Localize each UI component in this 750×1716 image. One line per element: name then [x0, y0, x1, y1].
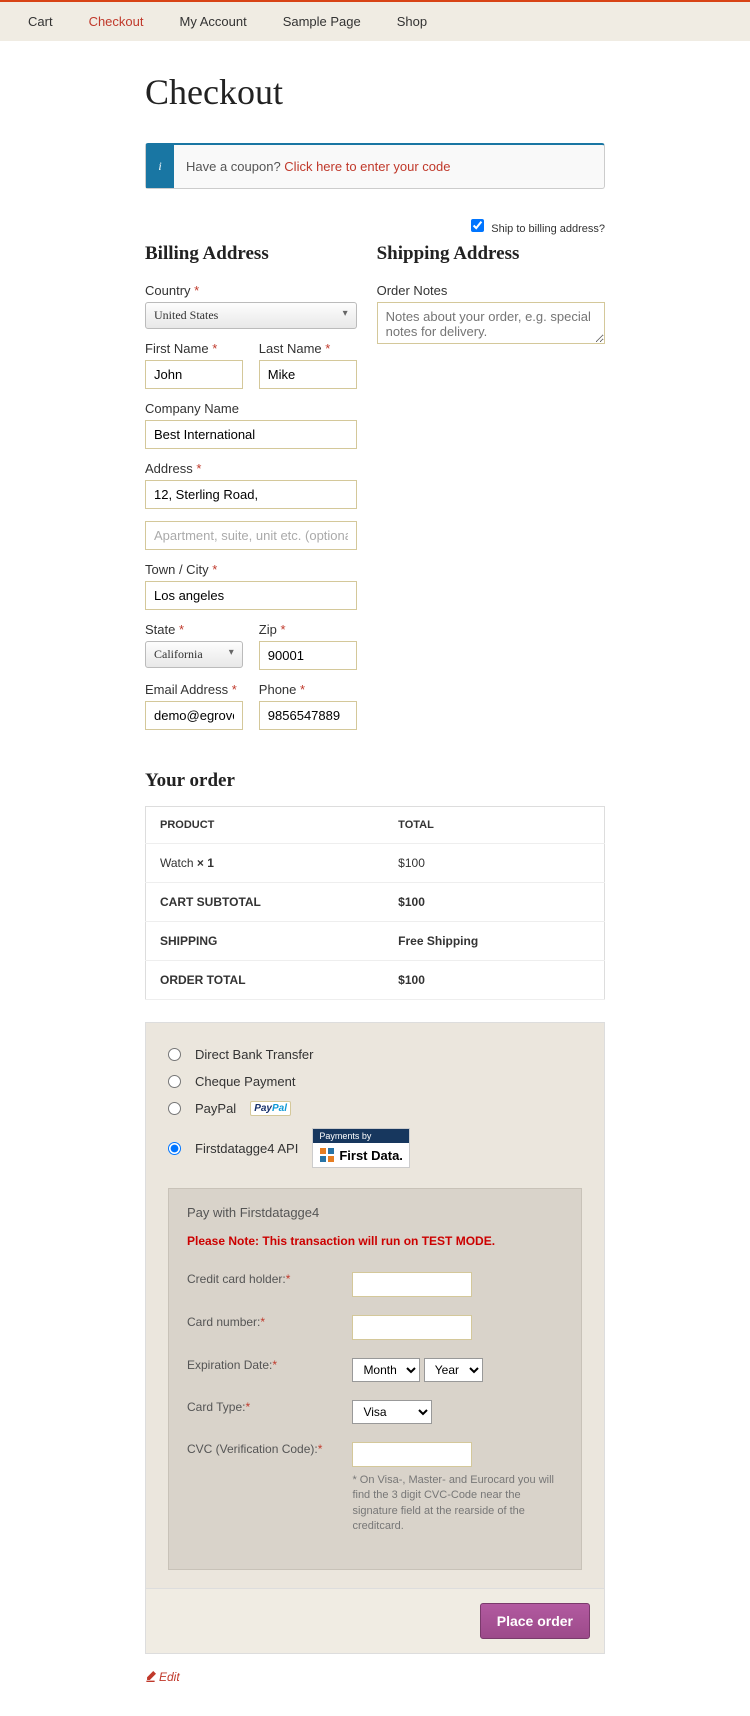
- pay-cheque-label: Cheque Payment: [195, 1074, 295, 1089]
- address-label: Address *: [145, 461, 357, 476]
- first-name-label: First Name *: [145, 341, 243, 356]
- last-name-label: Last Name *: [259, 341, 357, 356]
- th-product: Product: [146, 807, 385, 844]
- pay-cheque-radio[interactable]: [168, 1075, 181, 1088]
- exp-date-label: Expiration Date:*: [187, 1358, 352, 1372]
- email-label: Email Address *: [145, 682, 243, 697]
- card-type-select[interactable]: Visa: [352, 1400, 432, 1424]
- state-label: State *: [145, 622, 243, 637]
- exp-month-select[interactable]: Month: [352, 1358, 420, 1382]
- shipping-heading: Shipping Address: [377, 243, 605, 265]
- card-details-panel: Pay with Firstdatagge4 Please Note: This…: [168, 1188, 582, 1570]
- state-select[interactable]: California: [145, 641, 243, 668]
- table-row: ShippingFree Shipping: [146, 922, 605, 961]
- order-notes-label: Order Notes: [377, 283, 605, 298]
- test-mode-warning: Please Note: This transaction will run o…: [187, 1234, 563, 1248]
- card-number-label: Card number:*: [187, 1315, 352, 1329]
- nav-checkout[interactable]: Checkout: [71, 2, 162, 41]
- pencil-icon: [145, 1671, 156, 1682]
- paypal-icon: PayPal: [250, 1101, 291, 1116]
- nav-sample-page[interactable]: Sample Page: [265, 2, 379, 41]
- ship-to-billing-label: Ship to billing address?: [491, 223, 605, 235]
- pay-firstdata-label: Firstdatagge4 API: [195, 1141, 298, 1156]
- billing-heading: Billing Address: [145, 243, 357, 265]
- card-number-input[interactable]: [352, 1315, 472, 1340]
- top-nav: Cart Checkout My Account Sample Page Sho…: [0, 0, 750, 41]
- order-notes-input[interactable]: [377, 302, 605, 344]
- city-input[interactable]: [145, 581, 357, 610]
- table-row: Cart Subtotal$100: [146, 883, 605, 922]
- first-name-input[interactable]: [145, 360, 243, 389]
- order-table: ProductTotal Watch × 1$100 Cart Subtotal…: [145, 806, 605, 1000]
- card-type-label: Card Type:*: [187, 1400, 352, 1414]
- country-label: Country *: [145, 283, 357, 298]
- cvc-label: CVC (Verification Code):*: [187, 1442, 352, 1456]
- table-row: Watch × 1$100: [146, 844, 605, 883]
- pay-paypal-label: PayPal: [195, 1101, 236, 1116]
- address1-input[interactable]: [145, 480, 357, 509]
- nav-cart[interactable]: Cart: [10, 2, 71, 41]
- place-order-button[interactable]: Place order: [480, 1603, 590, 1639]
- company-input[interactable]: [145, 420, 357, 449]
- pay-bank-radio[interactable]: [168, 1048, 181, 1061]
- email-input[interactable]: [145, 701, 243, 730]
- company-label: Company Name: [145, 401, 357, 416]
- cvc-input[interactable]: [352, 1442, 472, 1467]
- country-select[interactable]: United States: [145, 302, 357, 329]
- pay-with-label: Pay with Firstdatagge4: [187, 1205, 563, 1220]
- pay-paypal-radio[interactable]: [168, 1102, 181, 1115]
- nav-shop[interactable]: Shop: [379, 2, 445, 41]
- card-holder-input[interactable]: [352, 1272, 472, 1297]
- address2-input[interactable]: [145, 521, 357, 550]
- city-label: Town / City *: [145, 562, 357, 577]
- zip-label: Zip *: [259, 622, 357, 637]
- pay-bank-label: Direct Bank Transfer: [195, 1047, 314, 1062]
- coupon-link[interactable]: Click here to enter your code: [284, 159, 450, 174]
- firstdata-logo-icon: [319, 1147, 335, 1163]
- edit-link[interactable]: Edit: [145, 1670, 180, 1684]
- last-name-input[interactable]: [259, 360, 357, 389]
- coupon-prompt: Have a coupon?: [186, 159, 284, 174]
- firstdata-badge: Payments by First Data.: [312, 1128, 410, 1168]
- cvc-note: * On Visa-, Master- and Eurocard you wil…: [352, 1473, 563, 1535]
- order-footer: Place order: [145, 1589, 605, 1654]
- nav-my-account[interactable]: My Account: [161, 2, 264, 41]
- page-title: Checkout: [145, 71, 605, 113]
- order-heading: Your order: [145, 770, 605, 792]
- ship-to-billing-checkbox[interactable]: [471, 219, 484, 232]
- zip-input[interactable]: [259, 641, 357, 670]
- payment-box: Direct Bank Transfer Cheque Payment PayP…: [145, 1022, 605, 1589]
- exp-year-select[interactable]: Year: [424, 1358, 483, 1382]
- info-icon: i: [146, 145, 174, 188]
- coupon-notice: i Have a coupon? Click here to enter you…: [145, 143, 605, 189]
- phone-input[interactable]: [259, 701, 357, 730]
- table-row: Order Total$100: [146, 961, 605, 1000]
- th-total: Total: [384, 807, 604, 844]
- card-holder-label: Credit card holder:*: [187, 1272, 352, 1286]
- phone-label: Phone *: [259, 682, 357, 697]
- pay-firstdata-radio[interactable]: [168, 1142, 181, 1155]
